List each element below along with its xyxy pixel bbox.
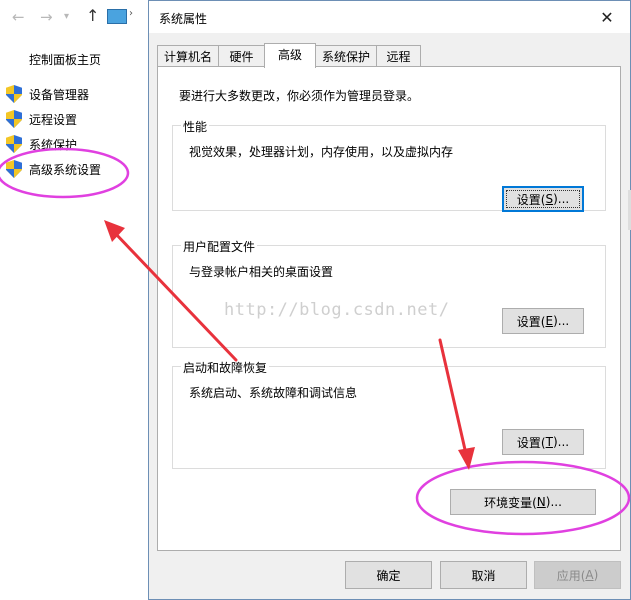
apply-button[interactable]: 应用(A) [534, 561, 621, 589]
sidebar-item-label: 设备管理器 [29, 87, 90, 102]
back-arrow-icon[interactable]: ← [12, 8, 25, 26]
tab-computer-name[interactable]: 计算机名 [157, 45, 219, 67]
system-properties-dialog: 系统属性 ✕ 计算机名 硬件 高级 系统保护 远程 要进行大多数更改，你必须作为… [148, 0, 631, 600]
close-icon[interactable]: ✕ [584, 1, 630, 33]
performance-group: 性能 视觉效果，处理器计划，内存使用，以及虚拟内存 设置(S)... [172, 118, 606, 212]
user-profiles-settings-button[interactable]: 设置(E)... [502, 308, 584, 334]
sidebar-item-label: 系统保护 [29, 137, 78, 152]
sidebar-item-advanced-system-settings[interactable]: 高级系统设置 [6, 159, 101, 179]
ok-button[interactable]: 确定 [345, 561, 432, 589]
uac-shield-icon [6, 160, 22, 178]
sidebar-item-system-protection[interactable]: 系统保护 [6, 134, 77, 154]
breadcrumb-chevron-icon[interactable]: › [129, 8, 133, 19]
cancel-button[interactable]: 取消 [440, 561, 527, 589]
dialog-title: 系统属性 [159, 12, 208, 26]
startup-recovery-settings-button[interactable]: 设置(T)... [502, 429, 584, 455]
forward-arrow-icon[interactable]: → [40, 8, 53, 26]
sidebar-item-label: 高级系统设置 [29, 162, 102, 177]
user-profiles-group: 用户配置文件 与登录帐户相关的桌面设置 设置(E)... [172, 238, 606, 348]
group-description: 与登录帐户相关的桌面设置 [189, 265, 334, 279]
group-description: 视觉效果，处理器计划，内存使用，以及虚拟内存 [189, 145, 454, 159]
performance-settings-button[interactable]: 设置(S)... [502, 186, 584, 212]
computer-icon [107, 9, 127, 24]
sidebar-item-remote-settings[interactable]: 远程设置 [6, 109, 77, 129]
group-title: 用户配置文件 [181, 238, 258, 255]
recent-chevron-icon[interactable]: ▾ [64, 11, 69, 22]
uac-shield-icon [6, 135, 22, 153]
explorer-toolbar: ← → ▾ ↑ › [0, 0, 150, 34]
control-panel-home-link[interactable]: 控制面板主页 [29, 51, 101, 68]
group-title: 启动和故障恢复 [181, 359, 270, 376]
annotation-arrowhead [104, 220, 125, 242]
startup-recovery-group: 启动和故障恢复 系统启动、系统故障和调试信息 设置(T)... [172, 359, 606, 469]
advanced-tab-panel: 要进行大多数更改，你必须作为管理员登录。 性能 视觉效果，处理器计划，内存使用，… [157, 66, 621, 551]
tab-system-protection[interactable]: 系统保护 [315, 45, 377, 67]
tab-remote[interactable]: 远程 [376, 45, 421, 67]
uac-shield-icon [6, 110, 22, 128]
group-description: 系统启动、系统故障和调试信息 [189, 386, 358, 400]
environment-variables-button[interactable]: 环境变量(N)... [450, 489, 596, 515]
tab-advanced[interactable]: 高级 [264, 43, 316, 68]
uac-shield-icon [6, 85, 22, 103]
sidebar-item-label: 远程设置 [29, 112, 78, 127]
watermark: http://blog.csdn.net/ [224, 300, 450, 320]
admin-note: 要进行大多数更改，你必须作为管理员登录。 [179, 89, 420, 103]
dialog-titlebar[interactable]: 系统属性 ✕ [149, 1, 630, 33]
group-title: 性能 [181, 118, 210, 135]
up-arrow-icon[interactable]: ↑ [86, 6, 99, 25]
sidebar-item-device-manager[interactable]: 设备管理器 [6, 84, 89, 104]
tab-hardware[interactable]: 硬件 [218, 45, 265, 67]
